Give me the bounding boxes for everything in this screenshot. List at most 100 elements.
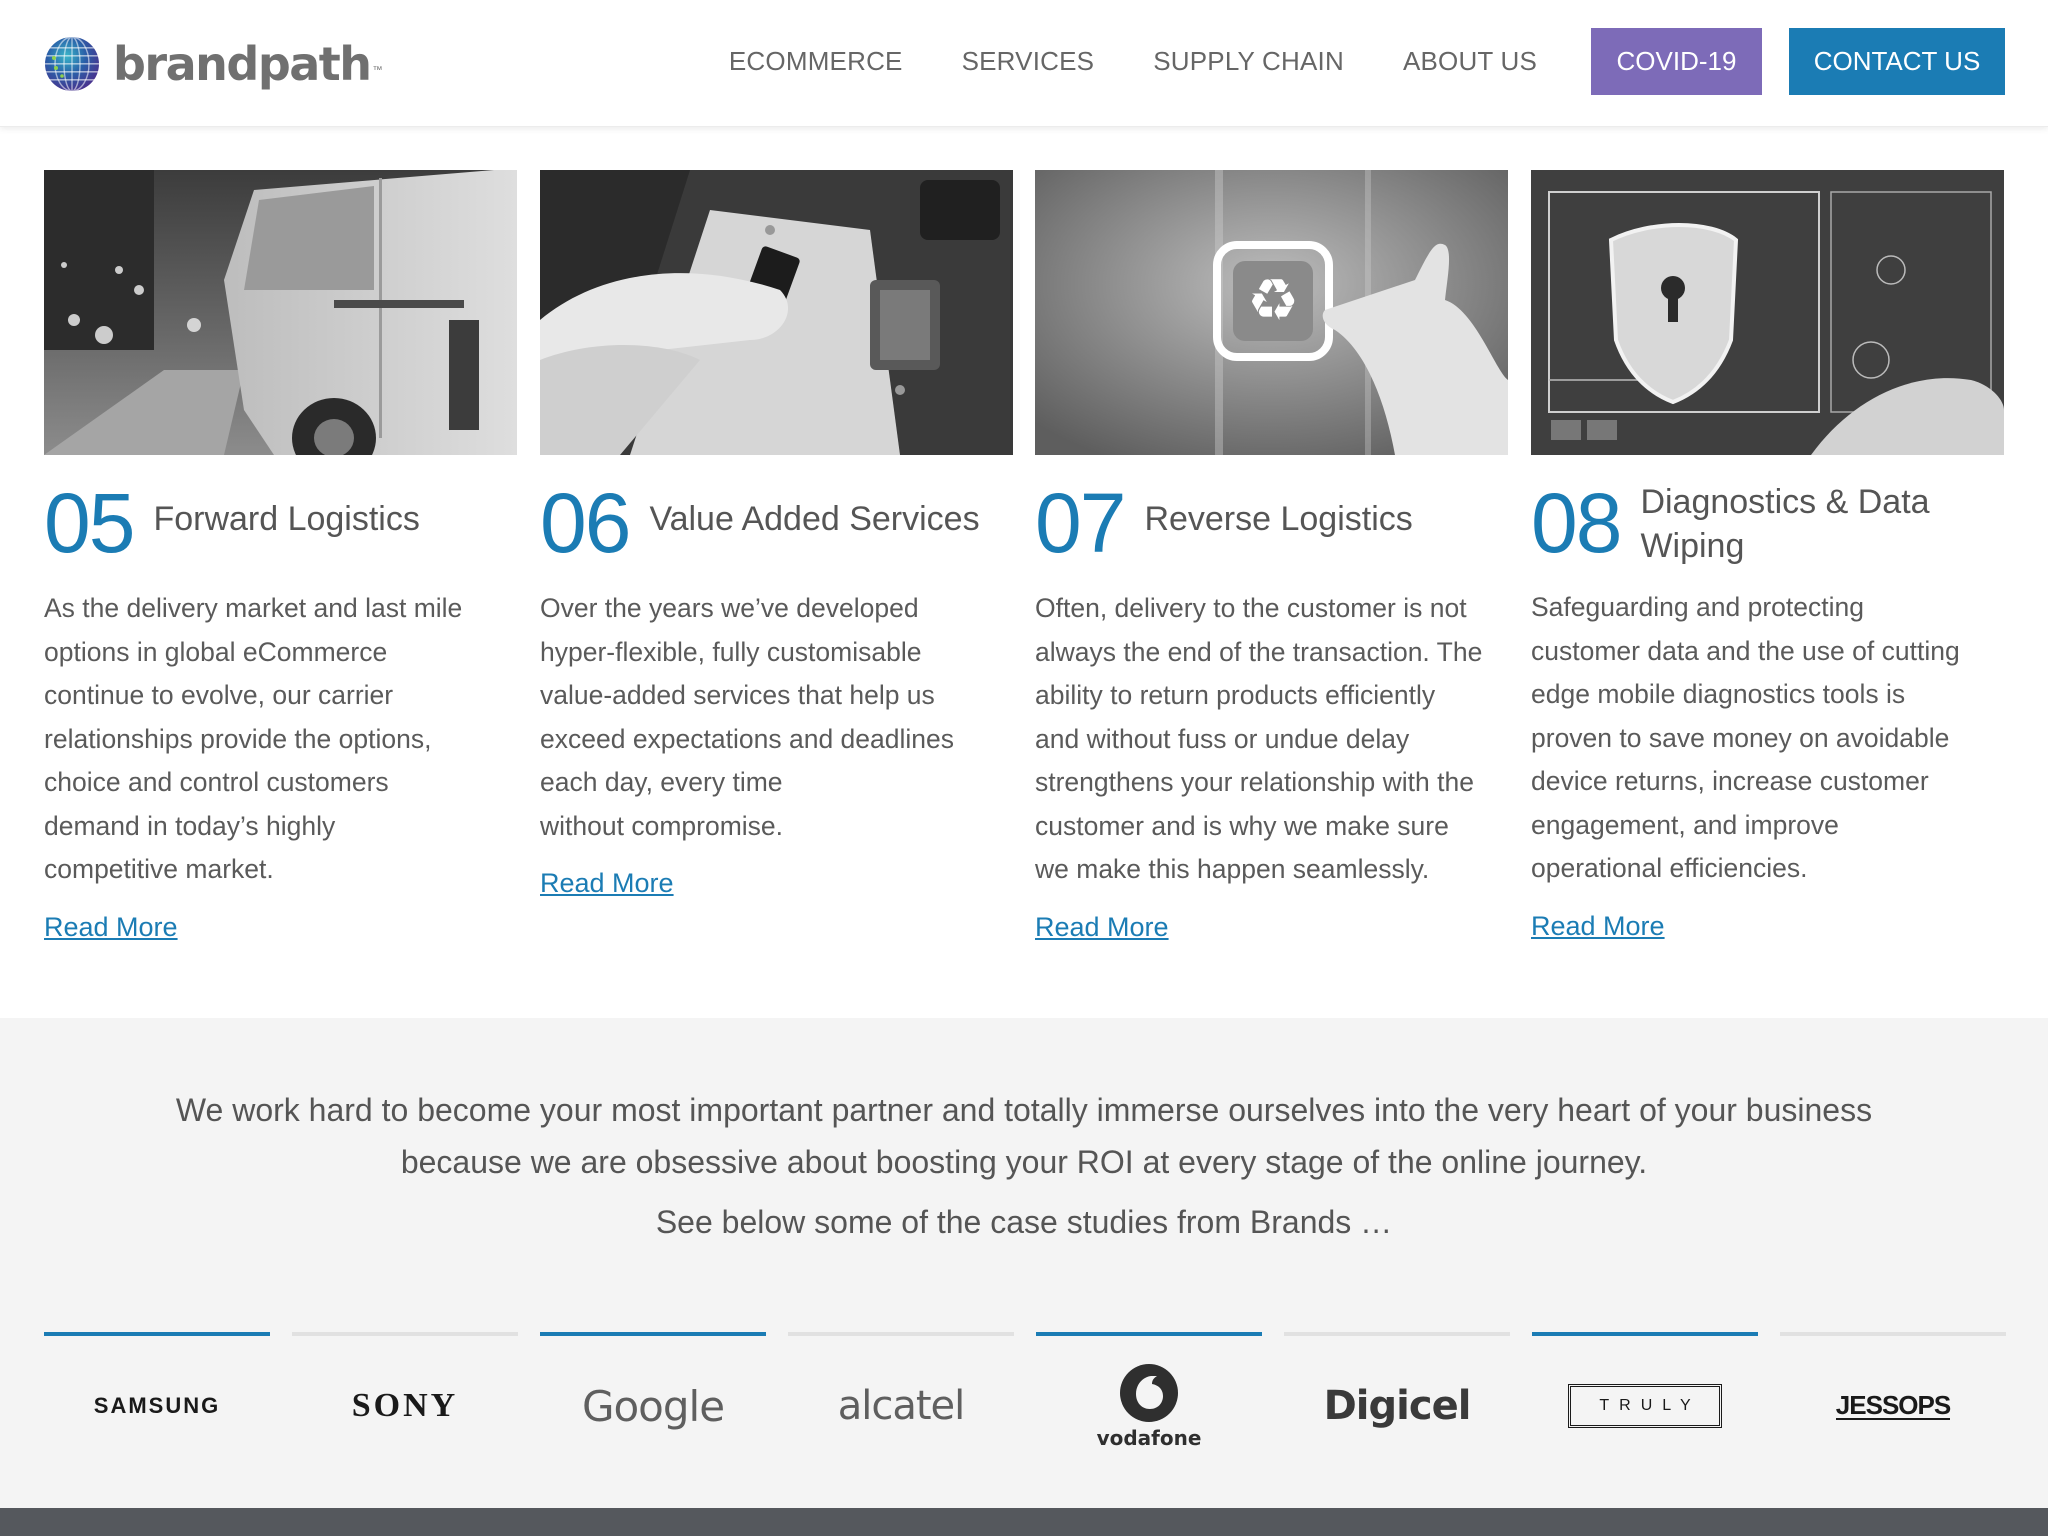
trademark-symbol: ™ [372, 64, 383, 76]
statement-line: We work hard to become your most importa… [175, 1092, 1873, 1128]
card-number: 05 [44, 476, 135, 570]
text-line: proven to save money on avoidable [1531, 722, 1950, 753]
text-line: customer and is why we make sure [1035, 810, 1449, 841]
read-more-link[interactable]: Read More [1035, 912, 1169, 943]
text-line: ability to return products efficiently [1035, 680, 1436, 710]
service-card-reverse-logistics: ♻ 07 Reverse Logistics Often, delivery t… [1035, 170, 1508, 943]
security-shield-icon [1531, 170, 2004, 455]
read-more-link[interactable]: Read More [540, 868, 674, 899]
text-line: demand in today’s highly [44, 810, 336, 841]
contact-us-button[interactable]: CONTACT US [1789, 28, 2005, 95]
text-line: strengthens your relationship with the [1035, 767, 1474, 797]
nav-services[interactable]: SERVICES [962, 46, 1095, 77]
nav-ecommerce[interactable]: ECOMMERCE [729, 46, 903, 77]
sim-card-image [540, 170, 1013, 455]
brand-digicel[interactable]: Digicel [1284, 1332, 1510, 1482]
brand-alcatel[interactable]: alcatel [788, 1332, 1014, 1482]
text-line: each day, every time [540, 767, 783, 797]
brand-samsung[interactable]: SAMSUNG [44, 1332, 270, 1482]
sim-card-icon [540, 170, 1013, 455]
covid-19-button[interactable]: COVID-19 [1591, 28, 1762, 95]
text-line: hyper-flexible, fully customisable [540, 636, 922, 667]
brand-sony-label: SONY [351, 1387, 459, 1424]
statement-line: because we are obsessive about boosting … [400, 1144, 1648, 1180]
brand-truly-label: TRULY [1568, 1384, 1722, 1428]
jessops-logo: JESSOPS [1780, 1336, 2006, 1476]
text-line: operational efficiencies. [1531, 853, 1808, 883]
svg-text:♻: ♻ [1247, 266, 1299, 334]
brand-samsung-label: SAMSUNG [93, 1393, 221, 1418]
read-more-link[interactable]: Read More [44, 912, 178, 943]
text-line: As the delivery market and last mile [44, 593, 463, 623]
recycle-image: ♻ [1035, 170, 1508, 455]
text-line: without compromise. [540, 810, 784, 841]
service-card-value-added-services: 06 Value Added Services Over the years w… [540, 170, 1013, 899]
nav-about-us[interactable]: ABOUT US [1403, 46, 1537, 77]
security-image [1531, 170, 2004, 455]
card-description: Safeguarding and protecting customer dat… [1531, 586, 2004, 891]
globe-logo-icon [43, 36, 101, 92]
card-description: As the delivery market and last mile opt… [44, 587, 517, 892]
text-line: device returns, increase customer [1531, 766, 1929, 796]
brand-vodafone-label: vodafone [1096, 1426, 1202, 1450]
van-image [44, 170, 517, 455]
text-line: exceed expectations and deadlines [540, 723, 954, 754]
text-line: always the end of the transaction. The [1035, 636, 1483, 667]
card-number: 08 [1531, 476, 1622, 570]
google-logo: Google [540, 1336, 766, 1476]
text-line: Often, delivery to the customer is not [1035, 593, 1467, 623]
card-title: Diagnostics & Data Wiping [1640, 480, 1929, 568]
card-title-line: Diagnostics & Data [1640, 483, 1930, 521]
brand-vodafone[interactable]: vodafone [1036, 1332, 1262, 1482]
brand-google[interactable]: Google [540, 1332, 766, 1482]
brand-logos: SAMSUNG SONY Google alcatel vodafone Dig… [44, 1332, 2006, 1482]
text-line: we make this happen seamlessly. [1035, 854, 1430, 884]
vodafone-logo: vodafone [1036, 1336, 1262, 1476]
card-number: 07 [1035, 476, 1126, 570]
read-more-link[interactable]: Read More [1531, 911, 1665, 942]
text-line: edge mobile diagnostics tools is [1531, 679, 1906, 709]
brand-jessops-label: JESSOPS [1835, 1390, 1951, 1420]
brandpath-logo[interactable]: brandpath ™ [43, 34, 383, 94]
case-studies-intro: See below some of the case studies from … [655, 1204, 1393, 1240]
text-line: value-added services that help us [540, 680, 935, 710]
brand-google-label: Google [581, 1381, 725, 1431]
digicel-logo: Digicel [1284, 1336, 1510, 1476]
text-line: competitive market. [44, 854, 274, 884]
card-number: 06 [540, 476, 631, 570]
truly-logo: TRULY [1532, 1336, 1758, 1476]
service-card-diagnostics-data-wiping: 08 Diagnostics & Data Wiping Safeguardin… [1531, 170, 2004, 942]
text-line: continue to evolve, our carrier [44, 680, 394, 710]
service-card-forward-logistics: 05 Forward Logistics As the delivery mar… [44, 170, 517, 943]
text-line: Over the years we’ve developed [540, 593, 919, 623]
brand-truly[interactable]: TRULY [1532, 1332, 1758, 1482]
samsung-logo: SAMSUNG [44, 1336, 270, 1476]
sony-logo: SONY [292, 1336, 518, 1476]
card-title: Reverse Logistics [1144, 500, 1413, 538]
card-description: Often, delivery to the customer is not a… [1035, 587, 1508, 892]
footer-strip [0, 1508, 2048, 1536]
main-nav: ECOMMERCE SERVICES SUPPLY CHAIN ABOUT US… [729, 28, 2005, 95]
brand-sony[interactable]: SONY [292, 1332, 518, 1482]
card-title: Forward Logistics [153, 500, 420, 538]
card-description: Over the years we’ve developed hyper-fle… [540, 587, 1013, 848]
site-header: brandpath ™ ECOMMERCE SERVICES SUPPLY CH… [0, 0, 2048, 127]
text-line: relationships provide the options, [44, 723, 432, 754]
text-line: choice and control customers [44, 767, 389, 797]
brand-alcatel-label: alcatel [837, 1383, 966, 1429]
text-line: options in global eCommerce [44, 636, 388, 667]
brand-jessops[interactable]: JESSOPS [1780, 1332, 2006, 1482]
text-line: Safeguarding and protecting [1531, 592, 1864, 622]
card-title: Value Added Services [649, 500, 980, 538]
text-line: engagement, and improve [1531, 809, 1839, 840]
nav-supply-chain[interactable]: SUPPLY CHAIN [1153, 46, 1344, 77]
partner-statement: We work hard to become your most importa… [140, 1084, 1908, 1188]
card-title-line: Wiping [1640, 527, 1745, 565]
alcatel-logo: alcatel [788, 1336, 1014, 1476]
brand-digicel-label: Digicel [1323, 1383, 1472, 1429]
recycle-icon: ♻ [1035, 170, 1508, 455]
van-icon [44, 170, 517, 455]
text-line: customer data and the use of cutting [1531, 635, 1960, 666]
vodafone-speechmark-icon [1120, 1364, 1178, 1422]
logo-wordmark: brandpath [113, 37, 372, 91]
